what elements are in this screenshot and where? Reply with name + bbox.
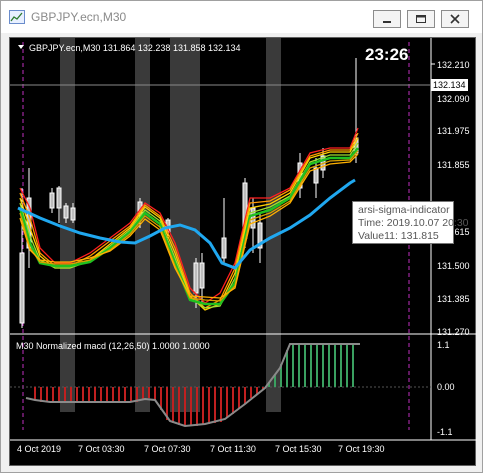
maximize-button[interactable] (407, 10, 435, 28)
price-tick: 132.210 (437, 60, 470, 70)
time-tick: 4 Oct 2019 (17, 444, 61, 454)
window-title: GBPJPY.ecn,M30 (31, 10, 127, 24)
macd-tick: -1.1 (437, 427, 453, 437)
tooltip-time: Time: 2019.10.07 20:30 (358, 217, 469, 229)
current-price-label: 132.134 (433, 80, 466, 90)
time-tick: 7 Oct 19:30 (338, 444, 385, 454)
collapse-arrow-icon[interactable] (18, 45, 24, 49)
chart-area[interactable]: 132.210 132.090 131.975 131.855 131.615 … (9, 37, 477, 467)
time-tick: 7 Oct 11:30 (210, 444, 256, 454)
tooltip-indicator-name: arsi-sigma-indicator (358, 204, 450, 216)
indicator-tooltip: arsi-sigma-indicator Time: 2019.10.07 20… (352, 201, 469, 244)
bar-timer: 23:26 (365, 45, 408, 64)
macd-axis-ticks: 1.1 0.00 -1.1 (437, 340, 455, 437)
macd-panel-label: M30 Normalized macd (12,26,50) 1.0000 1.… (16, 341, 210, 351)
chart-header-label: GBPJPY.ecn,M30 131.864 132.238 131.858 1… (29, 43, 241, 53)
time-axis-ticks: 4 Oct 2019 7 Oct 03:30 7 Oct 07:30 7 Oct… (17, 444, 385, 454)
macd-tick: 1.1 (437, 340, 450, 350)
price-tick: 131.385 (437, 294, 470, 304)
price-tick: 131.975 (437, 126, 470, 136)
chart-window: GBPJPY.ecn,M30 132.210 132.090 131.975 1… (0, 0, 483, 473)
time-tick: 7 Oct 15:30 (275, 444, 322, 454)
macd-tick: 0.00 (437, 382, 455, 392)
price-tick: 132.090 (437, 94, 470, 104)
minimize-button[interactable] (373, 10, 401, 28)
time-tick: 7 Oct 03:30 (78, 444, 125, 454)
tooltip-value: Value11: 131.815 (358, 230, 439, 242)
price-axis-ticks: 132.210 132.090 131.975 131.855 131.615 … (431, 60, 470, 337)
time-tick: 7 Oct 07:30 (144, 444, 191, 454)
price-tick: 131.855 (437, 160, 470, 170)
price-tick: 131.270 (437, 327, 470, 337)
minimize-icon (383, 21, 391, 23)
restore-icon (416, 15, 426, 23)
chart-canvas[interactable]: 132.210 132.090 131.975 131.855 131.615 … (10, 38, 477, 467)
chart-window-icon (9, 10, 25, 24)
price-tick: 131.500 (437, 261, 470, 271)
close-icon (450, 14, 460, 24)
close-button[interactable] (441, 10, 469, 28)
window-titlebar[interactable]: GBPJPY.ecn,M30 (1, 1, 482, 33)
